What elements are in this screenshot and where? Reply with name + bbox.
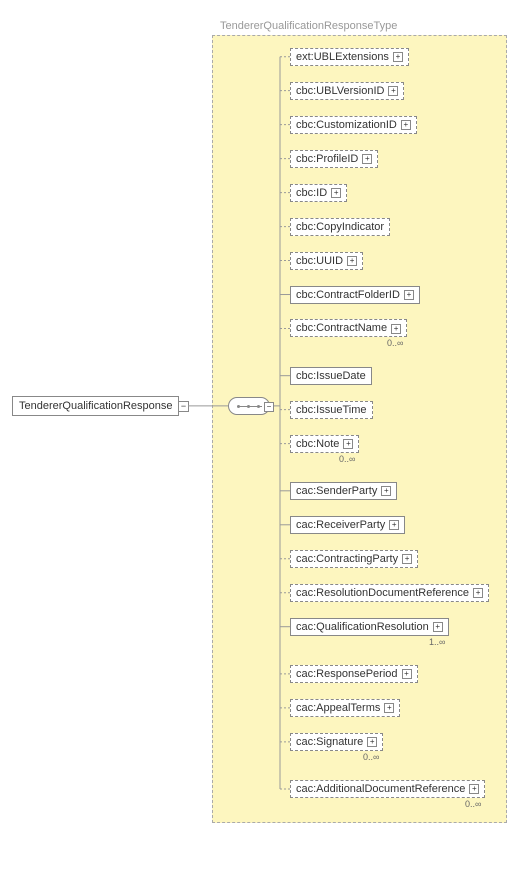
element-label: cac:Signature: [296, 736, 363, 748]
element-label: cac:ResponsePeriod: [296, 668, 398, 680]
element-label: cbc:IssueDate: [296, 370, 366, 382]
element-label: cbc:ContractFolderID: [296, 289, 400, 301]
schema-element: cbc:CustomizationID +: [290, 116, 417, 134]
element-label: cbc:CopyIndicator: [296, 221, 384, 233]
schema-element: cac:QualificationResolution +: [290, 618, 449, 636]
element-label: cac:AppealTerms: [296, 702, 380, 714]
cardinality-label: 0..∞: [363, 752, 379, 762]
schema-element: cbc:IssueTime: [290, 401, 373, 419]
schema-element: cbc:ID +: [290, 184, 347, 202]
expand-icon[interactable]: +: [401, 120, 411, 130]
schema-element: cbc:ContractFolderID +: [290, 286, 420, 304]
schema-element: cac:SenderParty +: [290, 482, 397, 500]
schema-element: cac:ResponsePeriod +: [290, 665, 418, 683]
expand-icon[interactable]: +: [362, 154, 372, 164]
expand-icon[interactable]: +: [391, 324, 401, 334]
schema-element: cbc:ProfileID +: [290, 150, 378, 168]
schema-element: cbc:UBLVersionID +: [290, 82, 404, 100]
element-label: cbc:ContractName: [296, 322, 387, 334]
expand-icon[interactable]: +: [331, 188, 341, 198]
expand-icon[interactable]: +: [402, 669, 412, 679]
element-label: cbc:CustomizationID: [296, 119, 397, 131]
element-label: cbc:Note: [296, 438, 339, 450]
schema-element: cbc:ContractName +: [290, 319, 407, 337]
schema-element: cbc:UUID +: [290, 252, 363, 270]
expand-icon[interactable]: +: [384, 703, 394, 713]
expand-icon[interactable]: +: [367, 737, 377, 747]
expand-icon[interactable]: +: [404, 290, 414, 300]
schema-element: cac:ResolutionDocumentReference +: [290, 584, 489, 602]
connector-lines: [0, 0, 515, 870]
element-label: cbc:UUID: [296, 255, 343, 267]
element-label: ext:UBLExtensions: [296, 51, 389, 63]
element-label: cac:SenderParty: [296, 485, 377, 497]
expand-icon[interactable]: +: [433, 622, 443, 632]
element-label: cac:ResolutionDocumentReference: [296, 587, 469, 599]
expand-icon[interactable]: +: [393, 52, 403, 62]
expand-icon[interactable]: +: [473, 588, 483, 598]
schema-element: cbc:Note +: [290, 435, 359, 453]
element-label: cbc:ProfileID: [296, 153, 358, 165]
cardinality-label: 1..∞: [429, 637, 445, 647]
expand-icon[interactable]: +: [388, 86, 398, 96]
schema-element: cbc:IssueDate: [290, 367, 372, 385]
element-label: cac:ContractingParty: [296, 553, 398, 565]
element-label: cac:QualificationResolution: [296, 621, 429, 633]
expand-icon[interactable]: +: [347, 256, 357, 266]
element-label: cbc:UBLVersionID: [296, 85, 384, 97]
element-label: cbc:ID: [296, 187, 327, 199]
expand-icon[interactable]: +: [389, 520, 399, 530]
expand-icon[interactable]: +: [469, 784, 479, 794]
cardinality-label: 0..∞: [465, 799, 481, 809]
element-label: cac:AdditionalDocumentReference: [296, 783, 465, 795]
schema-element: cac:ContractingParty +: [290, 550, 418, 568]
expand-icon[interactable]: +: [343, 439, 353, 449]
element-label: cac:ReceiverParty: [296, 519, 385, 531]
schema-element: cac:ReceiverParty +: [290, 516, 405, 534]
expand-icon[interactable]: +: [402, 554, 412, 564]
schema-element: cbc:CopyIndicator: [290, 218, 390, 236]
cardinality-label: 0..∞: [387, 338, 403, 348]
schema-element: cac:AdditionalDocumentReference +: [290, 780, 485, 798]
cardinality-label: 0..∞: [339, 454, 355, 464]
schema-element: ext:UBLExtensions +: [290, 48, 409, 66]
schema-element: cac:AppealTerms +: [290, 699, 400, 717]
schema-element: cac:Signature +: [290, 733, 383, 751]
element-label: cbc:IssueTime: [296, 404, 367, 416]
expand-icon[interactable]: +: [381, 486, 391, 496]
